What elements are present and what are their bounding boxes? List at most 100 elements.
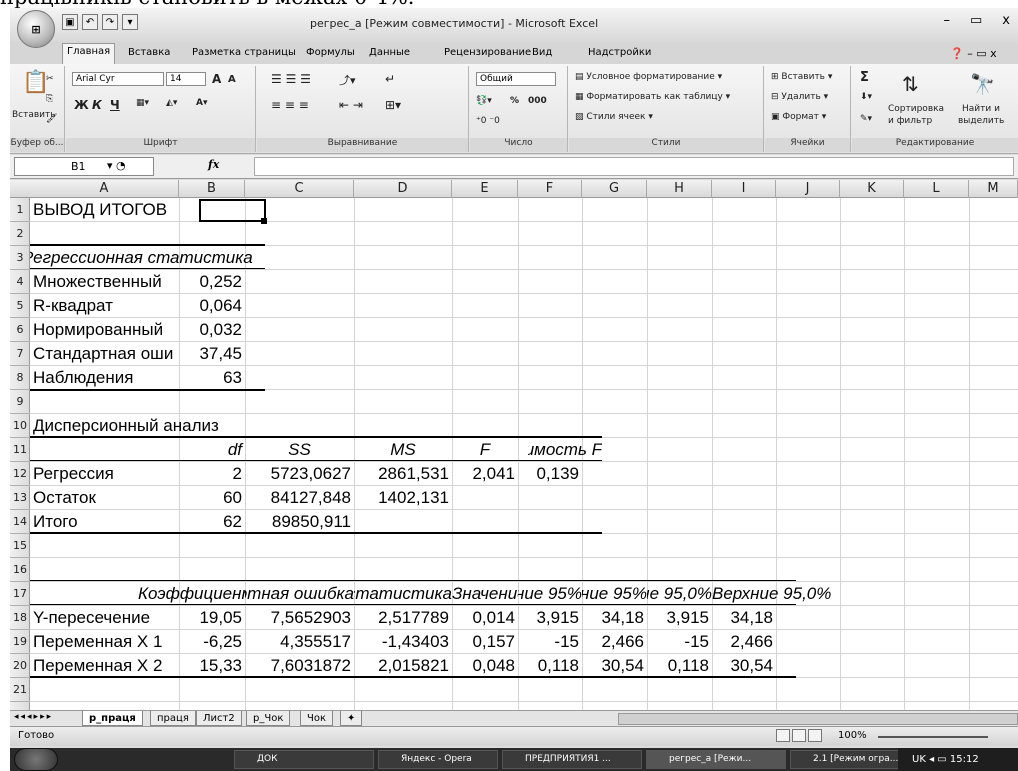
clear-icon[interactable]: ✎▾ xyxy=(860,114,872,124)
underline-button[interactable]: Ч xyxy=(110,98,120,112)
tab-formulas[interactable]: Формулы xyxy=(302,45,359,60)
find-select-button[interactable]: Найти и xyxy=(962,104,1000,114)
cell-b11[interactable]: df xyxy=(179,438,242,462)
font-name-select[interactable]: Arial Cyr xyxy=(72,72,164,86)
row-header[interactable]: 12 xyxy=(10,462,30,486)
cell-a7[interactable]: Стандартная оши xyxy=(33,342,177,366)
redo-icon[interactable]: ↷ xyxy=(102,14,118,30)
row-header[interactable]: 4 xyxy=(10,270,30,294)
cell-a17[interactable]: Y-пересечение xyxy=(33,606,179,630)
fill-handle[interactable] xyxy=(261,218,267,224)
cell-a14[interactable]: Итого xyxy=(33,510,177,534)
sheet-tab-chok[interactable]: Чок xyxy=(300,711,334,726)
find-icon[interactable]: 🔭 xyxy=(970,72,995,96)
cell-a6[interactable]: Нормированный xyxy=(33,318,177,342)
cell-f18[interactable]: -15 xyxy=(518,630,579,654)
sheet-tab-r-chok[interactable]: р_Чок xyxy=(246,711,291,726)
cell-d13[interactable]: 1402,131 xyxy=(354,486,449,510)
insert-cells-button[interactable]: ⊞ Вставить ▾ xyxy=(771,72,832,82)
cell-b13[interactable]: 60 xyxy=(179,486,242,510)
merge-center-icon[interactable]: ⊞▾ xyxy=(385,98,401,112)
row-header[interactable]: 11 xyxy=(10,438,30,462)
borders-icon[interactable]: ▦▾ xyxy=(136,98,149,108)
tab-data[interactable]: Данные xyxy=(365,45,414,60)
undo-icon[interactable]: ↶ xyxy=(82,14,98,30)
cell-a13[interactable]: Остаток xyxy=(33,486,177,510)
cell-d19[interactable]: 2,015821 xyxy=(354,654,449,678)
row-header[interactable]: 7 xyxy=(10,342,30,366)
indent-icon[interactable]: ⇤ ⇥ xyxy=(339,98,363,112)
col-header-b[interactable]: B xyxy=(179,180,245,198)
normal-view-icon[interactable] xyxy=(776,729,790,742)
col-header-j[interactable]: J xyxy=(776,180,840,198)
col-header-m[interactable]: M xyxy=(969,180,1018,198)
cell-e12[interactable]: 2,041 xyxy=(452,462,515,486)
grow-font-button[interactable]: A xyxy=(212,72,221,86)
col-header-a[interactable]: A xyxy=(30,180,179,198)
format-painter-icon[interactable]: 🖌 xyxy=(46,114,57,124)
tab-insert[interactable]: Вставка xyxy=(124,45,174,60)
cell-f17[interactable]: 3,915 xyxy=(518,606,579,630)
row-header[interactable]: 16 xyxy=(10,558,30,582)
sort-filter-sub[interactable]: и фильтр xyxy=(888,116,932,126)
cell-c13[interactable]: 84127,848 xyxy=(245,486,351,510)
cell-h19[interactable]: 0,118 xyxy=(647,654,709,678)
cell-a10[interactable]: Дисперсионный анализ xyxy=(33,414,263,438)
align-left-icon[interactable]: ≡ ≡ ≡ xyxy=(271,98,309,112)
cell-c18[interactable]: 4,355517 xyxy=(245,630,351,654)
cell-c17[interactable]: 7,5652903 xyxy=(245,606,351,630)
cell-b18[interactable]: -6,25 xyxy=(179,630,242,654)
bold-button[interactable]: Ж xyxy=(74,98,89,112)
tab-home[interactable]: Главная xyxy=(62,43,116,64)
format-cells-button[interactable]: ▣ Формат ▾ xyxy=(771,112,826,122)
cell-e19[interactable]: 0,048 xyxy=(452,654,515,678)
conditional-formatting-button[interactable]: ▤ Условное форматирование ▾ xyxy=(575,72,722,82)
orientation-icon[interactable]: ⤴▾ xyxy=(339,72,356,88)
font-color-icon[interactable]: A▾ xyxy=(196,98,207,108)
sheet-tab-list2[interactable]: Лист2 xyxy=(196,711,242,726)
zoom-slider[interactable] xyxy=(878,736,988,738)
col-header-c[interactable]: C xyxy=(245,180,354,198)
cell-h16[interactable]: Нижние 95,0% xyxy=(647,582,712,606)
cell-c14[interactable]: 89850,911 xyxy=(245,510,351,534)
cell-b4[interactable]: 0,252 xyxy=(179,270,242,294)
start-button[interactable] xyxy=(14,748,58,771)
taskbar-item-opera[interactable]: Яндекс - Opera xyxy=(378,750,498,769)
wrap-text-icon[interactable]: ↵ xyxy=(385,72,395,86)
taskbar-item-excel[interactable]: регрес_а [Режи... xyxy=(646,750,786,769)
align-top-icon[interactable]: ☰ ☰ ☰ xyxy=(271,72,311,86)
autosum-button[interactable]: Σ xyxy=(860,70,869,85)
delete-cells-button[interactable]: ⊟ Удалить ▾ xyxy=(771,92,828,102)
row-header[interactable]: 5 xyxy=(10,294,30,318)
cell-d18[interactable]: -1,43403 xyxy=(354,630,449,654)
cell-g18[interactable]: 2,466 xyxy=(582,630,644,654)
percent-button[interactable]: % xyxy=(510,96,519,106)
italic-button[interactable]: К xyxy=(92,98,102,112)
name-box[interactable]: B1 ▾ ◔ xyxy=(14,157,154,176)
cell-styles-button[interactable]: ▧ Стили ячеек ▾ xyxy=(575,112,653,122)
col-header-k[interactable]: K xyxy=(840,180,904,198)
cell-h18[interactable]: -15 xyxy=(647,630,709,654)
cell-e11[interactable]: F xyxy=(452,438,518,462)
cell-d11[interactable]: MS xyxy=(354,438,452,462)
close-button[interactable]: x xyxy=(1002,13,1010,28)
row-header[interactable]: 14 xyxy=(10,510,30,534)
row-header[interactable]: 17 xyxy=(10,582,30,606)
cell-b14[interactable]: 62 xyxy=(179,510,242,534)
maximize-button[interactable]: ▭ xyxy=(970,13,982,28)
cell-a4[interactable]: Множественный xyxy=(33,270,177,294)
cell-e18[interactable]: 0,157 xyxy=(452,630,515,654)
cell-e17[interactable]: 0,014 xyxy=(452,606,515,630)
row-header[interactable]: 8 xyxy=(10,366,30,390)
cell-b6[interactable]: 0,032 xyxy=(179,318,242,342)
currency-icon[interactable]: 💱▾ xyxy=(476,96,492,106)
col-header-i[interactable]: I xyxy=(712,180,776,198)
col-header-f[interactable]: F xyxy=(518,180,582,198)
number-format-select[interactable]: Общий xyxy=(476,72,556,86)
row-header[interactable]: 3 xyxy=(10,246,30,270)
page-break-view-icon[interactable] xyxy=(808,729,822,742)
office-button[interactable]: ⊞ xyxy=(17,10,55,48)
insert-sheet-icon[interactable]: ✦ xyxy=(340,711,363,726)
cell-c19[interactable]: 7,6031872 xyxy=(245,654,351,678)
cell-b7[interactable]: 37,45 xyxy=(179,342,242,366)
